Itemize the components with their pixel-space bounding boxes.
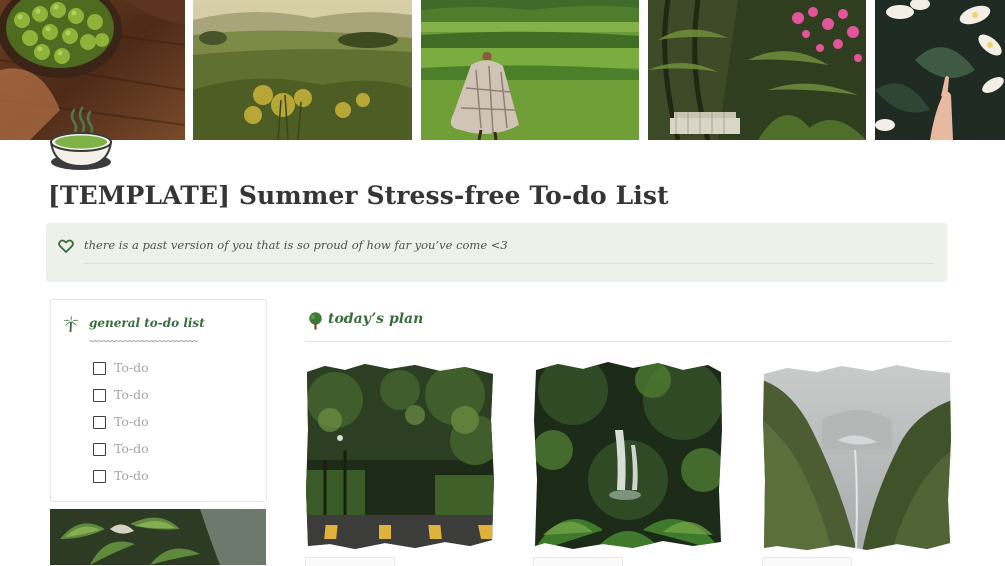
todo-item-label[interactable]: To-do <box>114 387 149 402</box>
jungle-waterfall-photo[interactable] <box>533 360 723 552</box>
callout-block[interactable]: there is a past version of you that is s… <box>46 223 947 282</box>
todo-item-label[interactable]: To-do <box>114 441 149 456</box>
todo-checkbox[interactable] <box>93 470 106 483</box>
todo-checkbox[interactable] <box>93 389 106 402</box>
cover-photo-field-woman <box>421 0 639 140</box>
cover-photo-white-flowers <box>875 0 1005 140</box>
tilde-divider: ~~~~~~~~~~~~~~~~~~~~~~~~~ <box>89 337 198 347</box>
forest-road-photo[interactable] <box>305 360 495 552</box>
general-todo-card[interactable]: general to-do list ~~~~~~~~~~~~~~~~~~~~~… <box>50 299 267 502</box>
todo-checkbox[interactable] <box>93 362 106 375</box>
palm-tree-icon <box>63 316 79 333</box>
matcha-bowl-icon[interactable] <box>46 104 116 172</box>
callout-text: there is a past version of you that is s… <box>84 238 508 252</box>
heart-outline-icon <box>58 238 74 254</box>
todo-checkbox[interactable] <box>93 443 106 456</box>
cover-image-strip[interactable] <box>0 0 1005 140</box>
cover-photo-hills <box>193 0 412 140</box>
plant-photo[interactable] <box>50 509 266 565</box>
todo-list-heading: general to-do list <box>89 316 205 330</box>
plan-divider <box>305 341 951 342</box>
todo-item-label[interactable]: To-do <box>114 468 149 483</box>
todo-item-label[interactable]: To-do <box>114 414 149 429</box>
plan-heading: today’s plan <box>328 311 424 327</box>
misty-valley-photo[interactable] <box>762 360 952 552</box>
page-title[interactable]: [TEMPLATE] Summer Stress-free To-do List <box>48 181 669 210</box>
todo-checkbox[interactable] <box>93 416 106 429</box>
todo-item-label[interactable]: To-do <box>114 360 149 375</box>
callout-divider <box>84 263 933 264</box>
tree-icon <box>308 312 323 330</box>
cover-photo-tropical-garden <box>648 0 866 140</box>
